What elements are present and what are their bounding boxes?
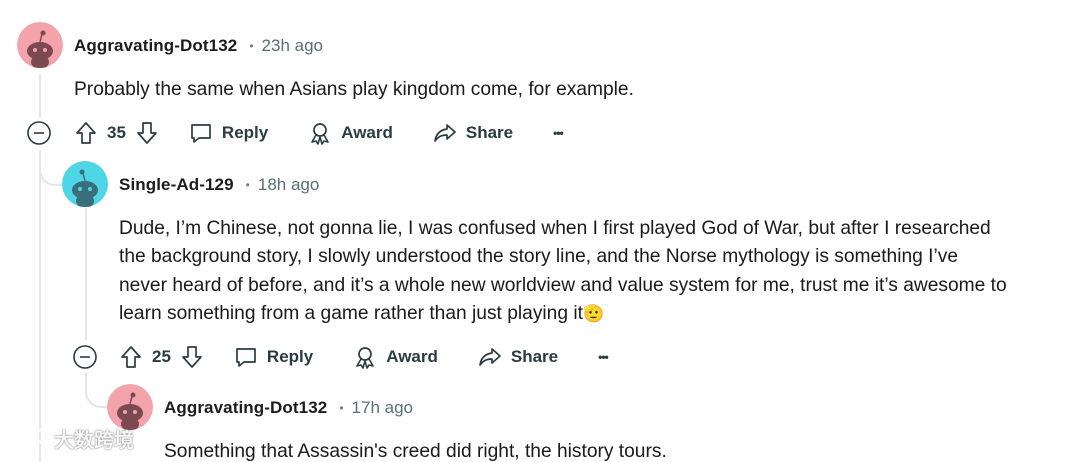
watermark-text: 大数跨境 (54, 430, 134, 452)
comment-thread: Aggravating-Dot132 • 23h ago Probably th… (0, 0, 1080, 462)
comment-body-line: the background story, I slowly understoo… (119, 246, 958, 268)
arrow-down-icon (137, 122, 157, 144)
comment-meta: Aggravating-Dot132 • 23h ago (74, 34, 323, 58)
award-button[interactable]: Award (353, 345, 438, 369)
share-arrow-icon (434, 124, 456, 142)
thread-line-root-lower[interactable] (39, 150, 41, 462)
share-button[interactable]: Share (433, 121, 513, 145)
comment-body: Probably the same when Asians play kingd… (74, 79, 634, 100)
separator-dot: • (339, 401, 344, 415)
collapse-button[interactable] (26, 120, 52, 146)
snoo-avatar-icon (17, 22, 63, 68)
more-options-button[interactable]: ••• (553, 126, 564, 140)
share-label: Share (510, 347, 559, 366)
upvote-button[interactable] (74, 120, 98, 146)
username[interactable]: Single-Ad-129 (119, 175, 234, 195)
award-button[interactable]: Award (308, 121, 393, 145)
comment-body-line: learn something from a game rather than … (119, 303, 605, 325)
comment-body: Dude, I’m Chinese, not gonna lie, I was … (119, 215, 1074, 329)
comment-meta: Single-Ad-129 • 18h ago (119, 173, 319, 197)
avatar[interactable] (62, 161, 108, 207)
username[interactable]: Aggravating-Dot132 (74, 36, 237, 56)
downvote-button[interactable] (135, 120, 159, 146)
downvote-button[interactable] (180, 344, 204, 370)
award-icon (356, 347, 375, 369)
watermark-logo-icon (8, 428, 50, 449)
comment-actions: 25 Reply Award Share ••• (72, 342, 609, 372)
separator-dot: • (249, 39, 254, 53)
share-arrow-icon (479, 348, 501, 366)
speech-bubble-icon (236, 348, 256, 367)
ellipsis-icon: ••• (553, 126, 564, 140)
avatar[interactable] (17, 22, 63, 68)
timestamp[interactable]: 17h ago (352, 398, 413, 418)
timestamp[interactable]: 23h ago (262, 36, 323, 56)
upvote-button[interactable] (119, 344, 143, 370)
share-button[interactable]: Share (478, 345, 558, 369)
thread-line-level2[interactable] (85, 208, 87, 340)
award-label: Award (341, 123, 393, 142)
arrow-up-icon (76, 122, 96, 144)
username[interactable]: Aggravating-Dot132 (164, 398, 327, 418)
reply-label: Reply (221, 123, 269, 142)
timestamp[interactable]: 18h ago (258, 175, 319, 195)
arrow-down-icon (182, 346, 202, 368)
comment-body-line: Dude, I’m Chinese, not gonna lie, I was … (119, 218, 991, 239)
comment-actions: 35 Reply Award Share ••• (26, 118, 564, 148)
minus-circle-icon (73, 345, 97, 369)
arrow-up-icon (121, 346, 141, 368)
reply-button[interactable]: Reply (234, 345, 313, 369)
award-label: Award (386, 347, 438, 366)
share-label: Share (465, 123, 514, 142)
watermark: 大数跨境 (6, 424, 134, 453)
vote-count: 25 (152, 347, 171, 366)
comment-meta: Aggravating-Dot132 • 17h ago (164, 396, 413, 420)
thread-connector-1 (39, 150, 65, 186)
thread-line-root[interactable] (39, 74, 41, 118)
more-options-button[interactable]: ••• (598, 350, 609, 364)
snoo-avatar-icon (62, 161, 108, 207)
minus-circle-icon (27, 121, 51, 145)
ellipsis-icon: ••• (598, 350, 609, 364)
vote-count: 35 (107, 123, 126, 142)
comment-body-line: never heard of before, and it’s a whole … (119, 274, 1007, 296)
reply-label: Reply (266, 347, 314, 366)
speech-bubble-icon (191, 124, 211, 143)
saluting-face-emoji: 🫡 (582, 304, 605, 324)
comment-body: Something that Assassin's creed did righ… (164, 441, 667, 462)
reply-button[interactable]: Reply (189, 121, 268, 145)
collapse-button[interactable] (72, 344, 98, 370)
separator-dot: • (245, 178, 250, 192)
award-icon (311, 123, 330, 145)
